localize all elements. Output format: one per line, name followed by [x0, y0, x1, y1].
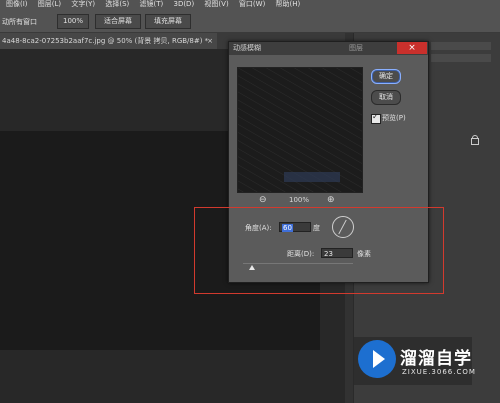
- preview-zoom-controls: ⊖ 100% ⊕: [259, 195, 349, 207]
- opacity-field[interactable]: [431, 42, 491, 50]
- close-tab-icon[interactable]: ×: [207, 33, 213, 49]
- watermark: 溜溜自学 ZIXUE.3066.COM: [354, 337, 475, 385]
- menu-help[interactable]: 帮助(H): [276, 0, 301, 8]
- options-bar: 动所有窗口 100% 适合屏幕 填充屏幕: [0, 10, 500, 33]
- document-tab[interactable]: 4a48-8ca2-07253b2aaf7c.jpg @ 50% (背景 拷贝,…: [0, 33, 217, 49]
- zoom-in-icon[interactable]: ⊕: [327, 195, 335, 205]
- fill-screen-button[interactable]: 填充屏幕: [145, 14, 191, 29]
- fit-all-windows-checkbox-label[interactable]: 动所有窗口: [2, 17, 37, 27]
- ok-button[interactable]: 确定: [371, 69, 401, 84]
- menu-3d[interactable]: 3D(D): [173, 0, 194, 8]
- menu-image[interactable]: 图像(I): [6, 0, 28, 8]
- menu-filter[interactable]: 滤镜(T): [140, 0, 164, 8]
- watermark-subtitle: ZIXUE.3066.COM: [402, 368, 476, 376]
- menu-layer[interactable]: 图层(L): [38, 0, 61, 8]
- document-tab-title: 4a48-8ca2-07253b2aaf7c.jpg @ 50% (背景 拷贝,…: [2, 37, 209, 45]
- dialog-title: 动感模糊: [233, 44, 261, 52]
- filter-preview[interactable]: [237, 67, 363, 193]
- zoom-value: 100%: [289, 196, 310, 204]
- preview-checkbox[interactable]: [371, 112, 381, 124]
- fit-screen-button[interactable]: 适合屏幕: [95, 14, 141, 29]
- watermark-title: 溜溜自学: [400, 349, 472, 369]
- behind-panel-title: 图层: [349, 44, 363, 52]
- zoom-out-icon[interactable]: ⊖: [259, 195, 267, 205]
- menu-select[interactable]: 选择(S): [105, 0, 129, 8]
- preview-checkbox-label: 预览(P): [382, 114, 406, 122]
- menu-window[interactable]: 窗口(W): [239, 0, 265, 8]
- preview-blue-band: [284, 172, 340, 182]
- cancel-button[interactable]: 取消: [371, 90, 401, 105]
- fill-field[interactable]: [431, 54, 491, 62]
- highlight-box: [194, 207, 444, 294]
- zoom-100-button[interactable]: 100%: [57, 14, 89, 29]
- menu-view[interactable]: 视图(V): [204, 0, 228, 8]
- play-logo-icon: [358, 340, 396, 378]
- menu-type[interactable]: 文字(Y): [71, 0, 95, 8]
- close-button[interactable]: ×: [397, 42, 427, 54]
- dialog-title-bar[interactable]: 动感模糊 图层 ×: [229, 42, 428, 55]
- lock-icon: [471, 135, 479, 145]
- menu-bar: 图像(I) 图层(L) 文字(Y) 选择(S) 滤镜(T) 3D(D) 视图(V…: [0, 0, 500, 10]
